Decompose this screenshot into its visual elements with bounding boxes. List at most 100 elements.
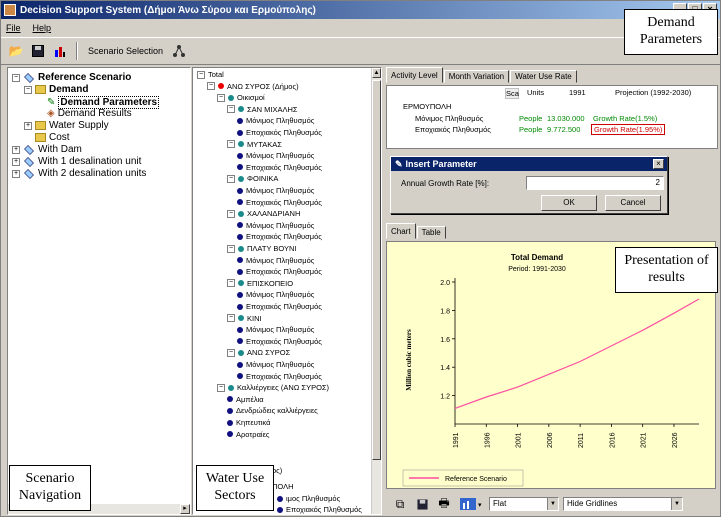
chart-toolbar: ⧉ 🖶 ▾ Flat ▼ Hide Gridlines ▼ <box>383 493 721 515</box>
scroll-thumb[interactable] <box>372 80 381 460</box>
grid-row-units[interactable]: People <box>519 125 542 134</box>
scenario-tree-item[interactable]: + With 1 desalination unit <box>12 156 141 167</box>
collapse-icon[interactable]: − <box>24 85 32 94</box>
scenario-selection-button[interactable]: Scenario Selection <box>85 46 166 56</box>
sector-tree-item[interactable]: Εποχιακός Πληθυσμός <box>237 198 322 207</box>
copy-icon[interactable]: ⧉ <box>391 495 409 513</box>
sector-tree-item[interactable]: Μόνιμος Πληθυσμός <box>237 116 314 125</box>
sector-tree-item[interactable]: ιμος Πληθυσμός <box>277 494 340 503</box>
sector-tree-item[interactable]: Μόνιμος Πληθυσμός <box>237 360 314 369</box>
sector-tree-item[interactable]: Μόνιμος Πληθυσμός <box>237 221 314 230</box>
collapse-icon[interactable]: − <box>197 70 205 79</box>
scroll-up-icon[interactable]: ▲ <box>372 68 381 78</box>
sector-tree-item[interactable]: − ΜΥΤΑΚΑΣ <box>227 140 282 149</box>
sector-tree-item[interactable]: − ΠΛΑΤΥ ΒΟΥΝΙ <box>227 244 297 253</box>
open-icon[interactable]: 📂 <box>7 42 25 60</box>
save-chart-icon[interactable] <box>413 495 431 513</box>
grid-header-scale: Sca <box>505 88 519 99</box>
sector-tree-item[interactable]: Εποχιακός Πληθυσμός <box>237 372 322 381</box>
dialog-close-button[interactable]: × <box>653 159 664 169</box>
style-select[interactable]: Flat ▼ <box>489 497 559 511</box>
expand-icon[interactable]: + <box>12 145 20 154</box>
scenario-tree-item[interactable]: − Demand <box>24 84 88 95</box>
sector-tree-item[interactable]: Αροτραίες <box>227 430 270 439</box>
scenario-tree-item[interactable]: − Reference Scenario <box>12 72 131 83</box>
sector-tree-item[interactable]: Εποχιακός Πληθυσμός <box>237 128 322 137</box>
collapse-icon[interactable]: − <box>227 314 235 323</box>
collapse-icon[interactable]: − <box>227 174 235 183</box>
grid-row-units[interactable]: People <box>519 114 542 123</box>
menu-help[interactable]: Help <box>33 23 52 33</box>
dropdown-arrow-icon[interactable]: ▼ <box>671 498 682 510</box>
sector-tree-item[interactable]: − ΑΝΩ ΣΥΡΟΣ (Δήμος) <box>207 82 299 91</box>
collapse-icon[interactable]: − <box>227 279 235 288</box>
sector-tree-item[interactable]: Εποχιακός Πληθυσμός <box>237 302 322 311</box>
tab-water-use-rate[interactable]: Water Use Rate <box>510 70 577 83</box>
sector-tree-item[interactable]: Μόνιμος Πληθυσμός <box>237 256 314 265</box>
expand-icon[interactable]: + <box>24 121 32 130</box>
scenario-tree-item[interactable]: ◈ Demand Results <box>36 108 132 119</box>
sector-tree-item[interactable]: Εποχιακός Πληθυσμός <box>277 505 362 514</box>
scroll-right-icon[interactable]: ▸ <box>180 504 190 514</box>
gridlines-select[interactable]: Hide Gridlines ▼ <box>563 497 683 511</box>
dropdown-arrow-icon[interactable]: ▼ <box>547 498 558 510</box>
sector-tree-item[interactable]: Εποχιακός Πληθυσμός <box>237 337 322 346</box>
sector-dot-icon <box>227 407 233 414</box>
network-icon[interactable] <box>170 42 188 60</box>
sector-tree-item[interactable]: − Οικισμοί <box>217 93 265 102</box>
sector-tree-item[interactable]: Μόνιμος Πληθυσμός <box>237 186 314 195</box>
chart-icon[interactable] <box>51 42 69 60</box>
sector-tree-item[interactable]: Κηπευτικά <box>227 418 270 427</box>
collapse-icon[interactable]: − <box>217 93 225 102</box>
grid-row-projection[interactable]: Growth Rate(1.95%) <box>591 124 666 135</box>
tab-month-variation[interactable]: Month Variation <box>443 70 510 83</box>
collapse-icon[interactable]: − <box>227 244 235 253</box>
collapse-icon[interactable]: − <box>207 82 215 91</box>
collapse-icon[interactable]: − <box>227 140 235 149</box>
sector-tree-item[interactable]: Μόνιμος Πληθυσμός <box>237 290 314 299</box>
scenario-tree-item[interactable]: + With 2 desalination units <box>12 168 146 179</box>
save-icon[interactable] <box>29 42 47 60</box>
expand-icon[interactable]: + <box>12 157 20 166</box>
collapse-icon[interactable]: − <box>12 73 20 82</box>
collapse-icon[interactable]: − <box>227 105 235 114</box>
tab-chart[interactable]: Chart <box>386 223 416 239</box>
scenario-tree-item[interactable]: + With Dam <box>12 144 82 155</box>
sector-tree-item[interactable]: Μόνιμος Πληθυσμός <box>237 325 314 334</box>
sector-tree-item[interactable]: − ΚΙΝΙ <box>227 314 262 323</box>
sector-tree-item[interactable]: − ΦΟΙΝΙΚΑ <box>227 174 278 183</box>
grid-row-value[interactable]: 9.772.500 <box>547 125 580 134</box>
sector-tree-item[interactable]: Μόνιμος Πληθυσμός <box>237 151 314 160</box>
collapse-icon[interactable]: − <box>217 383 225 392</box>
sector-tree-item[interactable]: Εποχιακός Πληθυσμός <box>237 232 322 241</box>
growth-rate-input[interactable]: 2 <box>526 176 664 190</box>
vertical-scrollbar[interactable]: ▲ <box>371 68 381 514</box>
menu-file[interactable]: File <box>6 23 21 33</box>
sector-tree-item[interactable]: Εποχιακός Πληθυσμός <box>237 267 322 276</box>
tab-activity-level[interactable]: Activity Level <box>386 67 443 83</box>
chart-type-icon[interactable]: ▾ <box>457 495 485 513</box>
sector-dot-icon <box>238 280 244 287</box>
expand-icon[interactable]: + <box>12 169 20 178</box>
cancel-button[interactable]: Cancel <box>605 195 661 211</box>
collapse-icon[interactable]: − <box>227 348 235 357</box>
print-icon[interactable]: 🖶 <box>435 495 453 513</box>
sector-dot-icon <box>237 222 243 229</box>
sector-tree-item[interactable]: − ΣΑΝ ΜΙΧΑΛΗΣ <box>227 105 298 114</box>
tab-table[interactable]: Table <box>416 226 446 239</box>
sector-tree-item[interactable]: Εποχιακός Πληθυσμός <box>237 163 322 172</box>
sector-tree-item[interactable]: − Καλλιέργειες (ΑΝΩ ΣΥΡΟΣ) <box>217 383 329 392</box>
sector-tree-item[interactable]: − ΕΠΙΣΚΟΠΕΙΟ <box>227 279 293 288</box>
sector-tree-item[interactable]: − ΧΑΛΑΝΔΡΙΑΝΗ <box>227 209 300 218</box>
grid-row-projection[interactable]: Growth Rate(1.5%) <box>593 114 657 123</box>
water-use-sectors-pane: − Total − ΑΝΩ ΣΥΡΟΣ (Δήμος) − Οικισμοί − ΣΑΝ ΜΙ… <box>192 67 382 515</box>
ok-button[interactable]: OK <box>541 195 597 211</box>
scenario-tree-item[interactable]: + Water Supply <box>24 120 109 131</box>
collapse-icon[interactable]: − <box>227 209 235 218</box>
sector-tree-item[interactable]: − Total <box>197 70 224 79</box>
scenario-tree-item[interactable]: Cost <box>24 132 70 143</box>
sector-tree-item[interactable]: Δενδρώδεις καλλιέργειες <box>227 406 318 415</box>
sector-tree-item[interactable]: Αμπέλια <box>227 395 264 404</box>
grid-row-value[interactable]: 13.030.000 <box>547 114 585 123</box>
sector-tree-item[interactable]: − ΑΝΩ ΣΥΡΟΣ <box>227 348 290 357</box>
